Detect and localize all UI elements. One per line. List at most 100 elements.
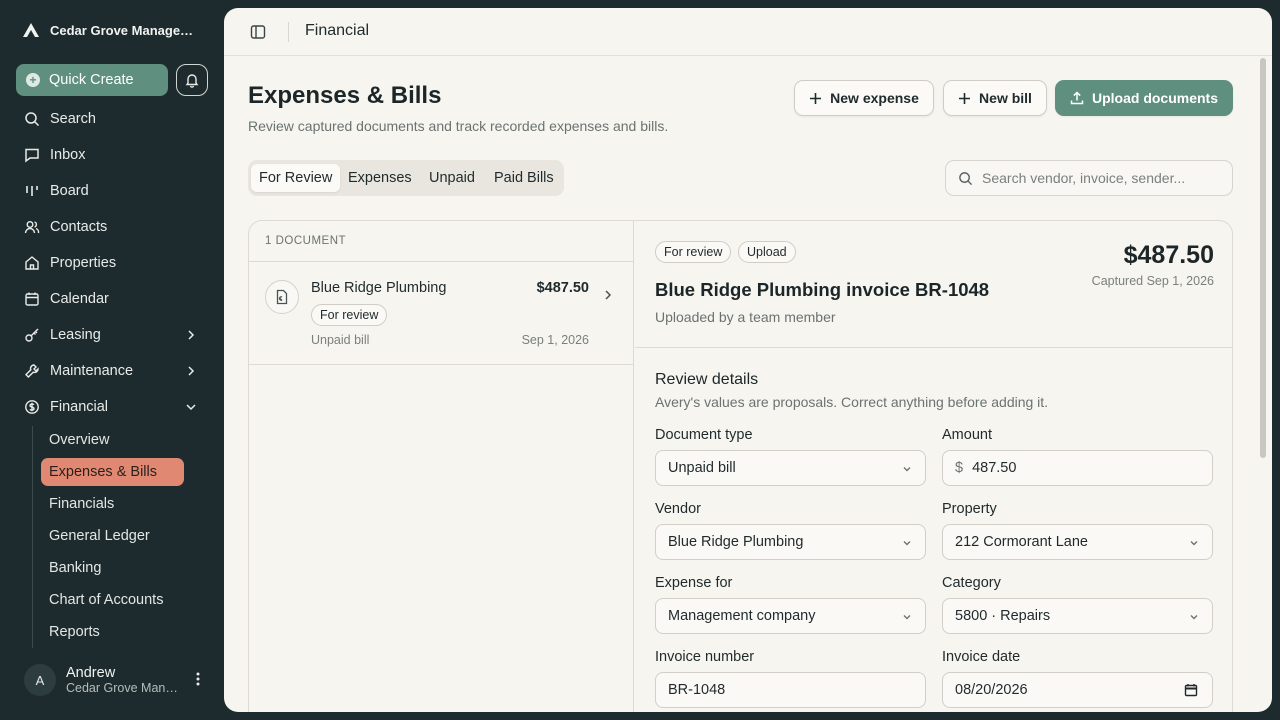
search-input[interactable] <box>982 170 1222 186</box>
chevron-right-icon <box>184 328 198 342</box>
brand-name: Cedar Grove Management <box>50 22 200 38</box>
list-count: 1 DOCUMENT <box>265 235 347 247</box>
field-label: Amount <box>942 427 992 443</box>
scrollbar[interactable] <box>1260 58 1266 458</box>
nav-label: Financial <box>50 399 109 415</box>
doc-vendor: Blue Ridge Plumbing <box>311 280 447 296</box>
plus-icon <box>809 92 822 105</box>
subnav-chart-of-accounts[interactable]: Chart of Accounts <box>41 586 184 614</box>
field-value: BR-1048 <box>668 682 726 698</box>
field-value: 487.50 <box>972 460 1017 476</box>
expense-for-select[interactable]: Management company <box>655 598 926 634</box>
nav-board[interactable]: Board <box>16 176 208 206</box>
divider <box>635 347 1232 348</box>
status-badge: For review <box>655 241 732 263</box>
home-icon <box>24 255 40 271</box>
doc-type: Unpaid bill <box>311 333 370 347</box>
nav-calendar[interactable]: Calendar <box>16 284 208 314</box>
topbar: Financial <box>224 8 1272 56</box>
property-select[interactable]: 212 Cormorant Lane <box>942 524 1213 560</box>
source-badge: Upload <box>738 241 796 263</box>
invoice-date-input[interactable]: 08/20/2026 <box>942 672 1213 708</box>
submenu-line <box>32 426 33 648</box>
detail-captured: Captured Sep 1, 2026 <box>1091 274 1214 288</box>
button-label: New bill <box>979 90 1032 106</box>
currency-prefix: $ <box>955 460 964 476</box>
field-value: 5800 · Repairs <box>955 608 1051 624</box>
calendar-icon <box>24 291 40 307</box>
doc-date: Sep 1, 2026 <box>521 333 589 347</box>
nav-leasing[interactable]: Leasing <box>16 320 208 350</box>
tab-paid-bills[interactable]: Paid Bills <box>486 164 562 192</box>
search-box[interactable] <box>945 160 1233 196</box>
tab-unpaid[interactable]: Unpaid <box>421 164 483 192</box>
vendor-select[interactable]: Blue Ridge Plumbing <box>655 524 926 560</box>
subnav-financials[interactable]: Financials <box>41 490 184 518</box>
user-profile[interactable]: A Andrew Cedar Grove Management <box>24 662 214 698</box>
wrench-icon <box>24 363 40 379</box>
more-vertical-icon[interactable] <box>196 672 200 686</box>
quick-create-button[interactable]: + Quick Create <box>16 64 168 96</box>
user-org: Cedar Grove Management <box>66 681 178 695</box>
nav-maintenance[interactable]: Maintenance <box>16 356 208 386</box>
nav-contacts[interactable]: Contacts <box>16 212 208 242</box>
calendar-icon[interactable] <box>1184 683 1198 697</box>
inbox-icon <box>24 147 40 163</box>
subnav-banking[interactable]: Banking <box>41 554 184 582</box>
plus-icon <box>958 92 971 105</box>
board-icon <box>24 183 40 199</box>
new-expense-button[interactable]: New expense <box>794 80 934 116</box>
chevron-down-icon <box>901 611 913 623</box>
topbar-title: Financial <box>305 22 370 39</box>
tab-expenses[interactable]: Expenses <box>340 164 420 192</box>
new-bill-button[interactable]: New bill <box>943 80 1047 116</box>
list-item[interactable]: Blue Ridge Plumbing $487.50 For review U… <box>249 262 634 365</box>
contacts-icon <box>24 219 40 235</box>
field-label: Invoice number <box>655 649 755 665</box>
tabs: For Review Expenses Unpaid Paid Bills <box>248 160 564 196</box>
field-label: Property <box>942 501 997 517</box>
quick-create-label: Quick Create <box>49 72 134 88</box>
nav-label: Leasing <box>50 327 101 343</box>
subnav-general-ledger[interactable]: General Ledger <box>41 522 184 550</box>
user-info: Andrew Cedar Grove Management <box>66 665 178 695</box>
button-label: New expense <box>830 90 919 106</box>
sidebar: Cedar Grove Management + Quick Create Se… <box>0 0 224 720</box>
dollar-icon <box>24 399 40 415</box>
document-detail: For review Upload Blue Ridge Plumbing in… <box>635 221 1232 712</box>
avatar: A <box>24 664 56 696</box>
amount-input[interactable]: $ 487.50 <box>942 450 1213 486</box>
topbar-divider <box>288 22 289 42</box>
subnav-overview[interactable]: Overview <box>41 426 184 454</box>
field-label: Vendor <box>655 501 701 517</box>
nav-label: Contacts <box>50 219 108 235</box>
subnav-expenses-bills[interactable]: Expenses & Bills <box>41 458 184 486</box>
nav-label: Calendar <box>50 291 109 307</box>
nav-label: Board <box>50 183 89 199</box>
brand[interactable]: Cedar Grove Management <box>22 22 202 38</box>
button-label: Upload documents <box>1091 90 1218 106</box>
nav-label: Maintenance <box>50 363 134 379</box>
nav-financial[interactable]: Financial <box>16 392 208 422</box>
nav-label: Properties <box>50 255 117 271</box>
sidebar-toggle-icon[interactable] <box>250 24 266 40</box>
field-label: Invoice date <box>942 649 1021 665</box>
field-value: 212 Cormorant Lane <box>955 534 1088 550</box>
section-subtitle: Avery's values are proposals. Correct an… <box>655 394 1049 410</box>
tab-for-review[interactable]: For Review <box>251 164 341 192</box>
invoice-number-input[interactable]: BR-1048 <box>655 672 926 708</box>
plus-icon: + <box>26 73 40 87</box>
nav-search[interactable]: Search <box>16 104 208 134</box>
field-label: Expense for <box>655 575 733 591</box>
subnav-reports[interactable]: Reports <box>41 618 184 646</box>
nav-label: Inbox <box>50 147 86 163</box>
category-select[interactable]: 5800 · Repairs <box>942 598 1213 634</box>
field-value: Unpaid bill <box>668 460 736 476</box>
nav-inbox[interactable]: Inbox <box>16 140 208 170</box>
user-name: Andrew <box>66 665 116 681</box>
upload-documents-button[interactable]: Upload documents <box>1055 80 1233 116</box>
notifications-button[interactable] <box>176 64 208 96</box>
document-type-select[interactable]: Unpaid bill <box>655 450 926 486</box>
nav-label: Search <box>50 111 96 127</box>
nav-properties[interactable]: Properties <box>16 248 208 278</box>
